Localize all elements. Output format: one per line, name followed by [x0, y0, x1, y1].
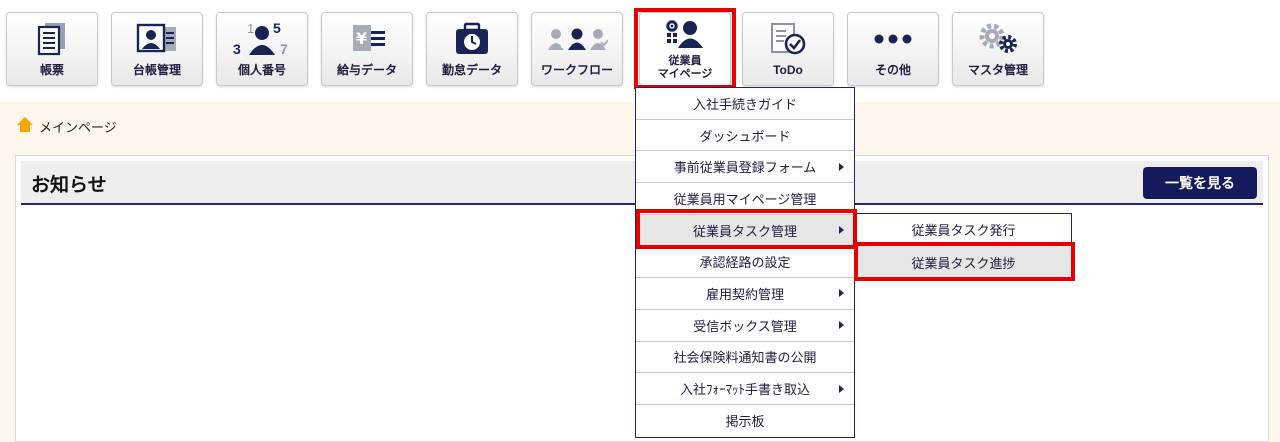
menu-item-mypage-management[interactable]: 従業員用マイページ管理: [636, 183, 854, 215]
menu-item-label: 事前従業員登録フォーム: [673, 160, 817, 176]
todo-check-icon: [743, 21, 833, 57]
menu-item-label: 掲示板: [725, 414, 765, 430]
toolbar-button-employee-mypage[interactable]: 従業員 マイページ: [639, 12, 731, 86]
toolbar-button-personal-number[interactable]: 1 5 3 7 個人番号: [216, 12, 308, 86]
submenu-arrow-icon: [839, 162, 844, 171]
employee-mypage-dropdown: 入社手続きガイド ダッシュボード 事前従業員登録フォーム 従業員用マイページ管理…: [635, 87, 855, 438]
menu-item-label: 承認経路の設定: [699, 255, 791, 271]
menu-item-bulletin-board[interactable]: 掲示板: [636, 404, 854, 437]
toolbar-button-ledger[interactable]: 台帳管理: [111, 12, 203, 86]
submenu-item-task-progress[interactable]: 従業員タスク進捗: [856, 246, 1071, 278]
toolbar-label: 従業員 マイページ: [640, 55, 730, 81]
notice-title: お知らせ: [31, 175, 107, 196]
menu-item-employment-contract[interactable]: 雇用契約管理: [636, 278, 854, 310]
menu-item-label: ダッシュボード: [699, 128, 791, 144]
menu-item-label: 従業員タスク発行: [911, 223, 1016, 238]
menu-item-handwritten-import[interactable]: 入社ﾌｫｰﾏｯﾄ手書き取込: [636, 373, 854, 405]
breadcrumb-main-page[interactable]: メインページ: [39, 117, 117, 136]
submenu-arrow-icon: [839, 321, 844, 330]
submenu-item-task-issue[interactable]: 従業員タスク発行: [856, 214, 1071, 246]
id-card-icon: [112, 21, 202, 57]
menu-item-approval-route[interactable]: 承認経路の設定: [636, 246, 854, 279]
menu-item-inbox-management[interactable]: 受信ボックス管理: [636, 309, 854, 342]
toolbar-label: その他: [874, 63, 911, 77]
toolbar-label: 帳票: [39, 63, 64, 77]
toolbar-button-forms[interactable]: 帳票: [6, 12, 98, 86]
clock-bag-icon: [427, 21, 517, 57]
toolbar-button-salary[interactable]: ¥ 給与データ: [321, 12, 413, 86]
toolbar-button-other[interactable]: その他: [847, 12, 939, 86]
menu-item-onboarding-guide[interactable]: 入社手続きガイド: [636, 88, 854, 120]
menu-item-employee-task-management[interactable]: 従業員タスク管理: [636, 214, 854, 247]
toolbar-label: マスタ管理: [967, 63, 1028, 77]
digit-7: 7: [280, 41, 288, 57]
toolbar-button-todo[interactable]: ToDo: [742, 12, 834, 86]
toolbar-label: 給与データ: [336, 63, 397, 77]
menu-item-label: 入社手続きガイド: [692, 96, 797, 112]
toolbar-label: 台帳管理: [132, 63, 181, 77]
toolbar-label: ToDo: [773, 63, 803, 77]
workflow-people-icon: [532, 21, 622, 57]
toolbar-label: ワークフロー: [540, 63, 613, 77]
document-list-icon: [7, 21, 97, 57]
view-all-button[interactable]: 一覧を見る: [1143, 167, 1257, 199]
menu-item-dashboard[interactable]: ダッシュボード: [636, 119, 854, 152]
digit-1: 1: [247, 21, 254, 36]
submenu-arrow-icon: [839, 289, 844, 298]
toolbar-label-line1: 従業員: [668, 55, 702, 67]
toolbar-button-master[interactable]: マスタ管理: [952, 12, 1044, 86]
digit-3: 3: [233, 41, 241, 57]
home-icon[interactable]: [16, 116, 34, 136]
menu-item-label: 雇用契約管理: [705, 286, 784, 302]
salary-icon: ¥: [322, 21, 412, 57]
toolbar-button-attendance[interactable]: 勤怠データ: [426, 12, 518, 86]
person-number-icon: 1 5 3 7: [217, 21, 307, 57]
menu-item-label: 社会保険料通知書の公開: [673, 350, 817, 366]
yen-glyph: ¥: [356, 29, 367, 48]
submenu-arrow-icon: [839, 226, 844, 235]
menu-item-social-insurance-notice[interactable]: 社会保険料通知書の公開: [636, 341, 854, 374]
gears-icon: [953, 21, 1043, 57]
digit-5: 5: [273, 21, 281, 36]
menu-item-label: 入社ﾌｫｰﾏｯﾄ手書き取込: [679, 382, 810, 398]
menu-item-pre-registration-form[interactable]: 事前従業員登録フォーム: [636, 151, 854, 184]
menu-item-label: 従業員用マイページ管理: [673, 191, 817, 207]
submenu-arrow-icon: [839, 384, 844, 393]
toolbar-label: 個人番号: [237, 63, 286, 77]
menu-item-label: 受信ボックス管理: [693, 318, 797, 334]
menu-item-label: 従業員タスク管理: [692, 223, 797, 239]
employee-task-submenu: 従業員タスク発行 従業員タスク進捗: [855, 213, 1072, 279]
toolbar-label: 勤怠データ: [441, 63, 502, 77]
toolbar-button-workflow[interactable]: ワークフロー: [531, 12, 623, 86]
toolbar-label-line2: マイページ: [657, 68, 713, 80]
menu-item-label: 従業員タスク進捗: [911, 255, 1016, 271]
more-dots-icon: [848, 21, 938, 57]
employee-gear-icon: [640, 19, 730, 49]
breadcrumb: メインページ: [16, 116, 117, 136]
